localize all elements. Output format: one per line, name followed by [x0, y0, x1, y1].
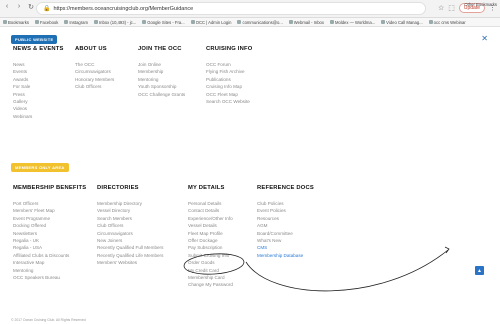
annotation-circle-arrow [183, 246, 450, 292]
footer-copyright: © 2017 Ocean Cruising Club. All Rights R… [11, 318, 86, 322]
back-to-top-button[interactable]: ▲ [475, 266, 484, 275]
